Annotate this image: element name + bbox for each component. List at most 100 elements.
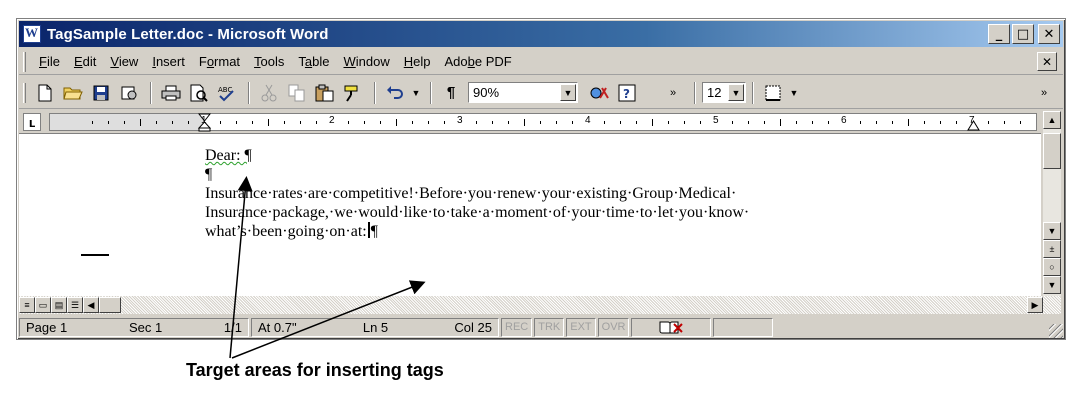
ruler-tick — [124, 121, 125, 124]
ruler-tick — [92, 121, 93, 124]
previous-page-icon[interactable]: ± — [1043, 240, 1061, 258]
status-mode-ext[interactable]: EXT — [566, 317, 596, 337]
chevron-down-icon[interactable]: ▼ — [728, 84, 744, 101]
close-button[interactable]: ✕ — [1038, 24, 1060, 44]
ruler-tick — [220, 121, 221, 124]
scroll-left-icon[interactable]: ◀ — [83, 297, 99, 313]
menu-window[interactable]: Window — [337, 54, 397, 69]
ruler-tick — [620, 121, 621, 124]
ruler-tick — [940, 121, 941, 124]
help-icon[interactable]: ? — [614, 81, 640, 105]
menu-accelerator: F — [39, 54, 47, 69]
menu-label-post: ble — [312, 54, 330, 69]
open-icon[interactable] — [60, 81, 86, 105]
caption-text: Target areas for inserting tags — [186, 360, 444, 380]
horizontal-scroll-thumb[interactable] — [99, 297, 121, 313]
ruler-tick — [652, 119, 653, 126]
tab-selector-button[interactable]: L — [23, 113, 41, 131]
new-icon[interactable] — [32, 81, 58, 105]
salutation-text: Dear: ¶ — [205, 147, 252, 164]
ruler-tick — [764, 121, 765, 124]
paste-icon[interactable] — [312, 81, 338, 105]
menu-edit[interactable]: Edit — [67, 54, 103, 69]
scroll-up-icon[interactable]: ▲ — [1043, 111, 1061, 129]
ruler-number: 5 — [713, 115, 719, 126]
minimize-button[interactable]: _ — [988, 24, 1010, 44]
maximize-button[interactable]: □ — [1012, 24, 1034, 44]
ruler-tick — [188, 121, 189, 124]
spelling-status-icon[interactable] — [631, 317, 712, 337]
chevron-down-icon[interactable]: ▼ — [560, 84, 576, 101]
undo-dropdown-icon[interactable]: ▼ — [410, 81, 422, 105]
menu-format[interactable]: Format — [192, 54, 247, 69]
zoom-select[interactable]: 90% ▼ — [468, 82, 578, 103]
document-close-button[interactable]: ✕ — [1037, 52, 1057, 71]
format-painter-icon[interactable] — [340, 81, 366, 105]
web-layout-view-icon[interactable]: ▭ — [35, 297, 51, 313]
horizontal-scrollbar[interactable]: ≡ ▭ ▤ ☰ ◀ ▶ — [19, 296, 1061, 314]
font-size-select[interactable]: 12 ▼ — [702, 82, 746, 103]
permission-icon[interactable] — [116, 81, 142, 105]
ruler-tick — [140, 119, 141, 126]
menu-view[interactable]: View — [103, 54, 145, 69]
title-bar[interactable]: TagSample Letter.doc - Microsoft Word _ … — [19, 21, 1063, 47]
spelling-icon[interactable]: ABC — [214, 81, 240, 105]
ruler-tick — [1020, 121, 1021, 124]
ruler-tick — [412, 121, 413, 124]
status-mode-trk[interactable]: TRK — [534, 317, 565, 337]
menu-accelerator: b — [467, 54, 475, 69]
mode-trk-label: TRK — [538, 321, 561, 333]
research-icon[interactable] — [586, 81, 612, 105]
menu-accelerator: H — [403, 54, 414, 69]
scroll-down-icon[interactable]: ▼ — [1043, 222, 1061, 240]
menu-grip[interactable] — [23, 51, 26, 72]
menu-help[interactable]: Help — [397, 54, 438, 69]
undo-icon[interactable] — [382, 81, 408, 105]
resize-grip[interactable] — [1049, 324, 1063, 338]
ruler-tick — [364, 121, 365, 124]
status-mode-rec[interactable]: REC — [501, 317, 533, 337]
status-position: At 0.7" Ln 5 Col 25 — [251, 317, 499, 337]
status-page-section: Page 1 Sec 1 1/1 — [19, 317, 249, 337]
scroll-thumb[interactable] — [1043, 133, 1061, 169]
toolbar-separator — [248, 81, 250, 104]
word-doc-icon[interactable] — [23, 25, 41, 43]
ruler-tick — [556, 121, 557, 124]
menu-accelerator: W — [343, 54, 356, 69]
print-layout-view-icon[interactable]: ▤ — [51, 297, 67, 313]
scroll-right-icon[interactable]: ▶ — [1027, 297, 1043, 313]
ruler-tick — [668, 121, 669, 124]
print-preview-icon[interactable] — [186, 81, 212, 105]
toolbar-grip[interactable] — [23, 82, 26, 103]
vertical-scrollbar[interactable]: ▲ ▼ ± ○ ▼ — [1043, 111, 1061, 296]
border-icon[interactable] — [760, 81, 786, 105]
document-text[interactable]: Dear: ¶ ¶ Insurance·rates·are·competitiv… — [205, 146, 1005, 241]
save-icon[interactable] — [88, 81, 114, 105]
status-line: Ln 5 — [362, 319, 389, 335]
normal-view-icon[interactable]: ≡ — [19, 297, 35, 313]
menu-table[interactable]: Table — [291, 54, 336, 69]
status-mode-ovr[interactable]: OVR — [597, 317, 630, 337]
document-area[interactable]: Dear: ¶ ¶ Insurance·rates·are·competitiv… — [19, 133, 1041, 296]
show-formatting-button[interactable]: ¶ — [438, 81, 464, 105]
menu-label-post: indow — [355, 54, 390, 69]
border-dropdown-icon[interactable]: ▼ — [788, 81, 800, 105]
toolbar-overflow-button[interactable]: » — [660, 81, 686, 105]
print-icon[interactable] — [158, 81, 184, 105]
toolbar-overflow-right-button[interactable]: » — [1031, 81, 1057, 105]
horizontal-ruler[interactable]: 1 2 3 4 5 6 7 — [49, 113, 1037, 132]
menu-adobe-pdf[interactable]: Adobe PDF — [438, 54, 519, 69]
copy-icon[interactable] — [284, 81, 310, 105]
select-browse-object-icon[interactable]: ○ — [1043, 258, 1061, 276]
menu-insert[interactable]: Insert — [145, 54, 192, 69]
menu-file[interactable]: File — [32, 54, 67, 69]
font-size-value: 12 — [707, 85, 722, 100]
cut-icon[interactable] — [256, 81, 282, 105]
menu-tools[interactable]: Tools — [247, 54, 291, 69]
ruler-tick — [348, 121, 349, 124]
menu-label-post: dit — [82, 54, 97, 69]
outline-view-icon[interactable]: ☰ — [67, 297, 83, 313]
menu-accelerator: E — [73, 54, 83, 69]
next-page-icon[interactable]: ▼ — [1043, 276, 1061, 294]
ruler-tick — [492, 121, 493, 124]
